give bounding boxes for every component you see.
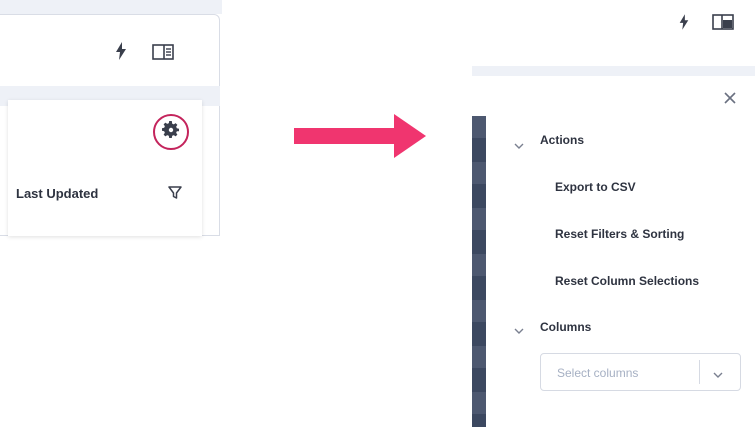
column-header-last-updated[interactable]: Last Updated (16, 186, 98, 201)
gear-icon[interactable] (161, 120, 181, 145)
panel-toggle-icon[interactable] (712, 14, 734, 35)
select-columns-placeholder: Select columns (557, 366, 639, 380)
right-separator (472, 66, 755, 76)
export-csv-action[interactable]: Export to CSV (555, 180, 636, 194)
table-data-strip (472, 116, 486, 427)
bolt-icon[interactable] (114, 42, 128, 65)
transition-arrow (294, 114, 426, 165)
panel-toggle-icon[interactable] (152, 44, 174, 65)
columns-section-heading[interactable]: Columns (540, 320, 591, 334)
select-divider (699, 360, 700, 384)
left-page-background (0, 0, 222, 14)
chevron-down-icon[interactable] (514, 137, 524, 155)
actions-section-heading[interactable]: Actions (540, 133, 584, 147)
left-table-panel: Last Updated (8, 100, 202, 236)
chevron-down-icon[interactable] (713, 366, 723, 384)
close-icon[interactable] (723, 91, 737, 110)
chevron-down-icon[interactable] (514, 322, 524, 340)
bolt-icon[interactable] (678, 14, 690, 35)
gear-highlight-ring (153, 114, 189, 150)
reset-filters-sorting-action[interactable]: Reset Filters & Sorting (555, 227, 684, 241)
reset-column-selections-action[interactable]: Reset Column Selections (555, 274, 699, 288)
filter-icon[interactable] (168, 186, 182, 205)
select-columns-dropdown[interactable]: Select columns (540, 353, 741, 391)
